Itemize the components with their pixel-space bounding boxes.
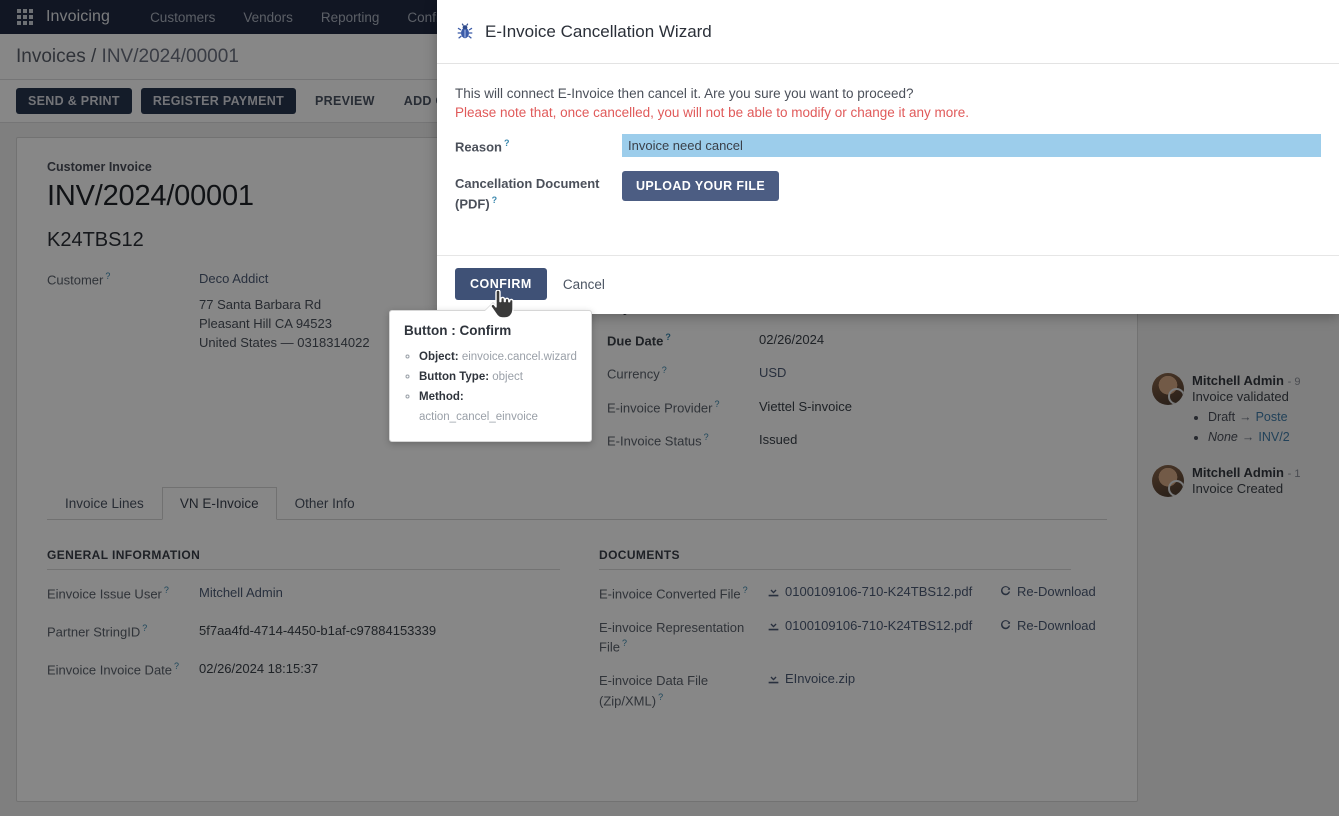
cancellation-document-label-text: Cancellation Document (PDF): [455, 176, 599, 211]
tooltip-value: action_cancel_einvoice: [419, 411, 538, 423]
bug-icon[interactable]: [457, 23, 473, 41]
help-icon[interactable]: ?: [492, 195, 498, 205]
modal-warning-secondary: Please note that, once cancelled, you wi…: [455, 105, 1321, 120]
tooltip-row-object: Object: einvoice.cancel.wizard: [419, 347, 577, 367]
modal-warning-primary: This will connect E-Invoice then cancel …: [455, 86, 1321, 101]
help-icon[interactable]: ?: [504, 138, 510, 148]
tooltip-title: Button : Confirm: [404, 323, 577, 338]
modal-row-reason: Reason?: [455, 134, 1321, 157]
modal-header: E-Invoice Cancellation Wizard: [437, 0, 1339, 64]
confirm-button[interactable]: CONFIRM: [455, 268, 547, 300]
tooltip-detail-list: Object: einvoice.cancel.wizard Button Ty…: [404, 347, 577, 428]
cancel-button[interactable]: Cancel: [559, 271, 609, 298]
cancellation-document-label: Cancellation Document (PDF)?: [455, 171, 622, 213]
tooltip-row-method: Method: action_cancel_einvoice: [419, 387, 577, 427]
einvoice-cancellation-wizard-dialog: E-Invoice Cancellation Wizard This will …: [437, 0, 1339, 314]
modal-row-cancellation-document: Cancellation Document (PDF)? UPLOAD YOUR…: [455, 171, 1321, 213]
tooltip-key: Object:: [419, 351, 459, 363]
modal-footer: CONFIRM Cancel: [437, 255, 1339, 314]
reason-input[interactable]: [622, 134, 1321, 157]
tooltip-key: Method:: [419, 391, 464, 403]
modal-title: E-Invoice Cancellation Wizard: [485, 22, 712, 42]
tooltip-row-button-type: Button Type: object: [419, 367, 577, 387]
upload-your-file-button[interactable]: UPLOAD YOUR FILE: [622, 171, 779, 201]
modal-body: This will connect E-Invoice then cancel …: [437, 64, 1339, 255]
tooltip-value: einvoice.cancel.wizard: [462, 351, 577, 363]
tooltip-value: object: [492, 371, 523, 383]
reason-label-text: Reason: [455, 139, 502, 154]
developer-tooltip: Button : Confirm Object: einvoice.cancel…: [389, 310, 592, 442]
reason-label: Reason?: [455, 134, 622, 157]
tooltip-key: Button Type:: [419, 371, 489, 383]
